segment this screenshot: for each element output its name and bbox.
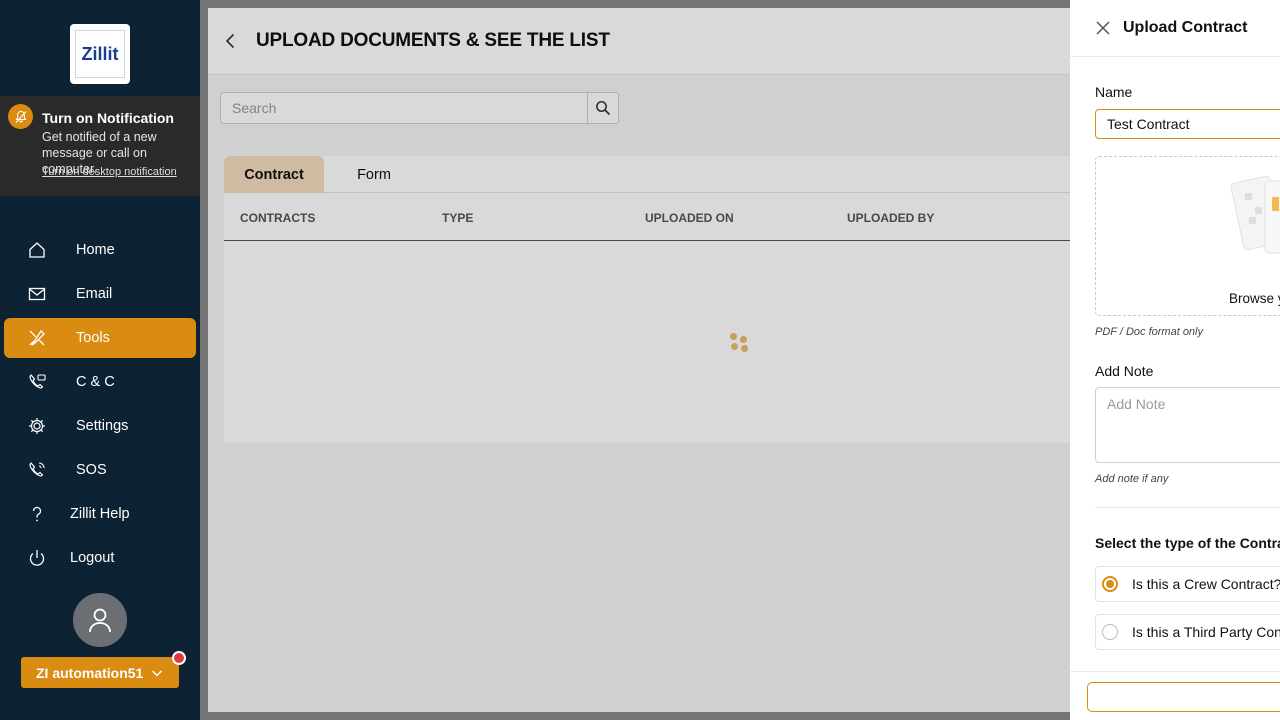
sidebar-item-label: SOS [76, 462, 107, 478]
sidebar-item-home[interactable]: Home [4, 230, 196, 270]
logo-text: Zillit [75, 30, 125, 78]
user-avatar-icon[interactable] [73, 593, 127, 647]
format-hint: PDF / Doc format only [1095, 326, 1203, 338]
sos-phone-icon [26, 459, 48, 481]
notification-banner: Turn on Notification Get notified of a n… [0, 96, 200, 196]
close-button[interactable] [1095, 20, 1111, 36]
upload-contract-drawer: Upload Contract Name Browse y PDF / Doc … [1070, 0, 1280, 720]
user-menu-button[interactable]: ZI automation51 [21, 657, 179, 688]
sidebar-item-email[interactable]: Email [4, 274, 196, 314]
modal-backdrop[interactable] [200, 0, 1070, 720]
note-field[interactable] [1095, 387, 1280, 463]
close-icon [1096, 21, 1110, 35]
power-icon [26, 547, 48, 569]
sidebar-item-label: Email [76, 286, 113, 302]
contract-type-title: Select the type of the Contrac [1095, 535, 1280, 551]
tools-icon [26, 327, 48, 349]
enable-desktop-notification-link[interactable]: Turn on desktop notification [42, 166, 177, 178]
sidebar-item-label: Tools [76, 330, 110, 346]
sidebar-item-c-and-c[interactable]: C & C [4, 362, 196, 402]
question-icon [26, 503, 48, 525]
option-label: Is this a Third Party Contr [1132, 624, 1280, 640]
drawer-title: Upload Contract [1123, 19, 1248, 36]
sidebar-item-label: Home [76, 242, 115, 258]
home-icon [26, 239, 48, 261]
divider [1070, 56, 1280, 57]
radio-selected-icon[interactable] [1102, 576, 1118, 592]
sidebar-item-label: Settings [76, 418, 129, 434]
drawer-footer [1070, 671, 1280, 720]
mail-icon [26, 283, 48, 305]
option-crew-contract[interactable]: Is this a Crew Contract? [1095, 566, 1280, 602]
note-hint: Add note if any [1095, 473, 1169, 485]
name-label: Name [1095, 84, 1133, 100]
phone-chat-icon [26, 371, 48, 393]
notification-title: Turn on Notification [42, 110, 174, 126]
note-label: Add Note [1095, 363, 1154, 379]
sidebar-item-label: Logout [70, 550, 115, 566]
radio-unselected-icon[interactable] [1102, 624, 1118, 640]
gear-icon [26, 415, 48, 437]
documents-illustration-icon [1231, 175, 1280, 254]
sidebar-item-label: C & C [76, 374, 115, 390]
divider [1095, 507, 1280, 508]
sidebar-item-sos[interactable]: SOS [4, 450, 196, 490]
sidebar: Zillit Turn on Notification Get notified… [0, 0, 200, 720]
chevron-down-icon [151, 666, 163, 682]
sidebar-item-zillit-help[interactable]: Zillit Help [4, 494, 196, 534]
name-field[interactable] [1095, 109, 1280, 139]
sidebar-item-label: Zillit Help [70, 506, 130, 522]
notification-dot [172, 651, 186, 665]
browse-files-link[interactable]: Browse y [1229, 291, 1280, 306]
zillit-logo: Zillit [70, 24, 130, 84]
sidebar-item-tools[interactable]: Tools [4, 318, 196, 358]
submit-button[interactable] [1087, 682, 1280, 712]
file-dropzone[interactable]: Browse y [1095, 156, 1280, 316]
bell-off-icon [8, 104, 33, 129]
option-label: Is this a Crew Contract? [1132, 576, 1280, 592]
option-third-party-contract[interactable]: Is this a Third Party Contr [1095, 614, 1280, 650]
user-name: ZI automation51 [36, 664, 144, 681]
sidebar-item-logout[interactable]: Logout [4, 538, 196, 578]
sidebar-item-settings[interactable]: Settings [4, 406, 196, 446]
